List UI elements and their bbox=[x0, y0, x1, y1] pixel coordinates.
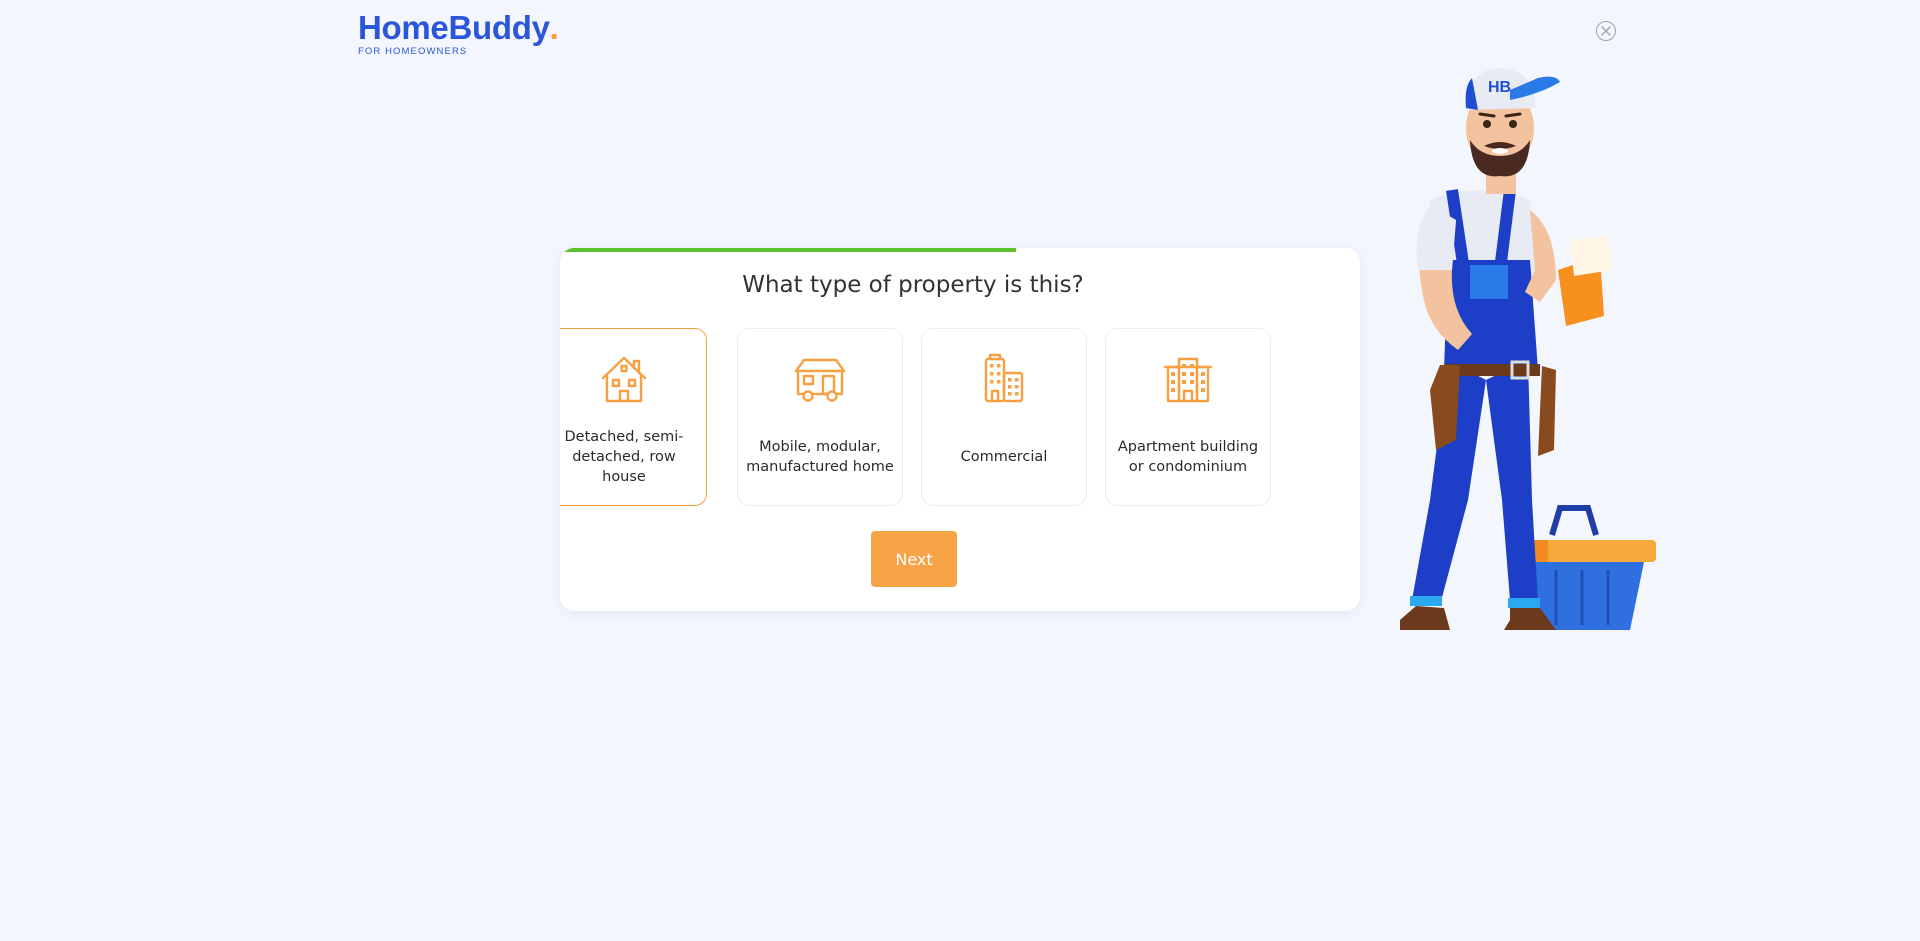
question-card: What type of property is this? Detached,… bbox=[560, 248, 1360, 611]
option-apartment-building[interactable]: Apartment building or condominium bbox=[1105, 328, 1271, 506]
logo-wordmark: HomeBuddy. bbox=[358, 10, 559, 46]
next-button[interactable]: Next bbox=[871, 531, 957, 587]
mascot-cap-text: HB bbox=[1488, 79, 1511, 96]
apartment-building-icon bbox=[1163, 357, 1213, 403]
property-type-options: Detached, semi-detached, row house Mobil… bbox=[560, 328, 1359, 508]
progress-fill bbox=[560, 248, 1016, 252]
homebuddy-logo: HomeBuddy. FOR HOMEOWNERS bbox=[358, 10, 559, 58]
option-mobile-home[interactable]: Mobile, modular, manufactured home bbox=[737, 328, 903, 506]
option-label: Apartment building or condominium bbox=[1117, 439, 1259, 475]
option-label: Commercial bbox=[960, 449, 1048, 465]
brand-name: HomeBuddy bbox=[358, 9, 550, 46]
brand-tagline: FOR HOMEOWNERS bbox=[358, 46, 468, 57]
handyman-mascot-illustration: HB bbox=[1400, 68, 1656, 630]
commercial-building-icon bbox=[984, 353, 1024, 403]
option-label: Detached, semi-detached, row house bbox=[564, 429, 684, 485]
brand-dot: . bbox=[549, 9, 559, 46]
option-commercial[interactable]: Commercial bbox=[921, 328, 1087, 506]
progress-bar bbox=[560, 248, 1360, 252]
mobile-home-icon bbox=[794, 358, 846, 402]
house-icon bbox=[601, 356, 647, 403]
option-detached-house[interactable]: Detached, semi-detached, row house bbox=[560, 328, 707, 506]
question-title: What type of property is this? bbox=[742, 272, 1084, 298]
option-label: Mobile, modular, manufactured home bbox=[746, 439, 894, 475]
